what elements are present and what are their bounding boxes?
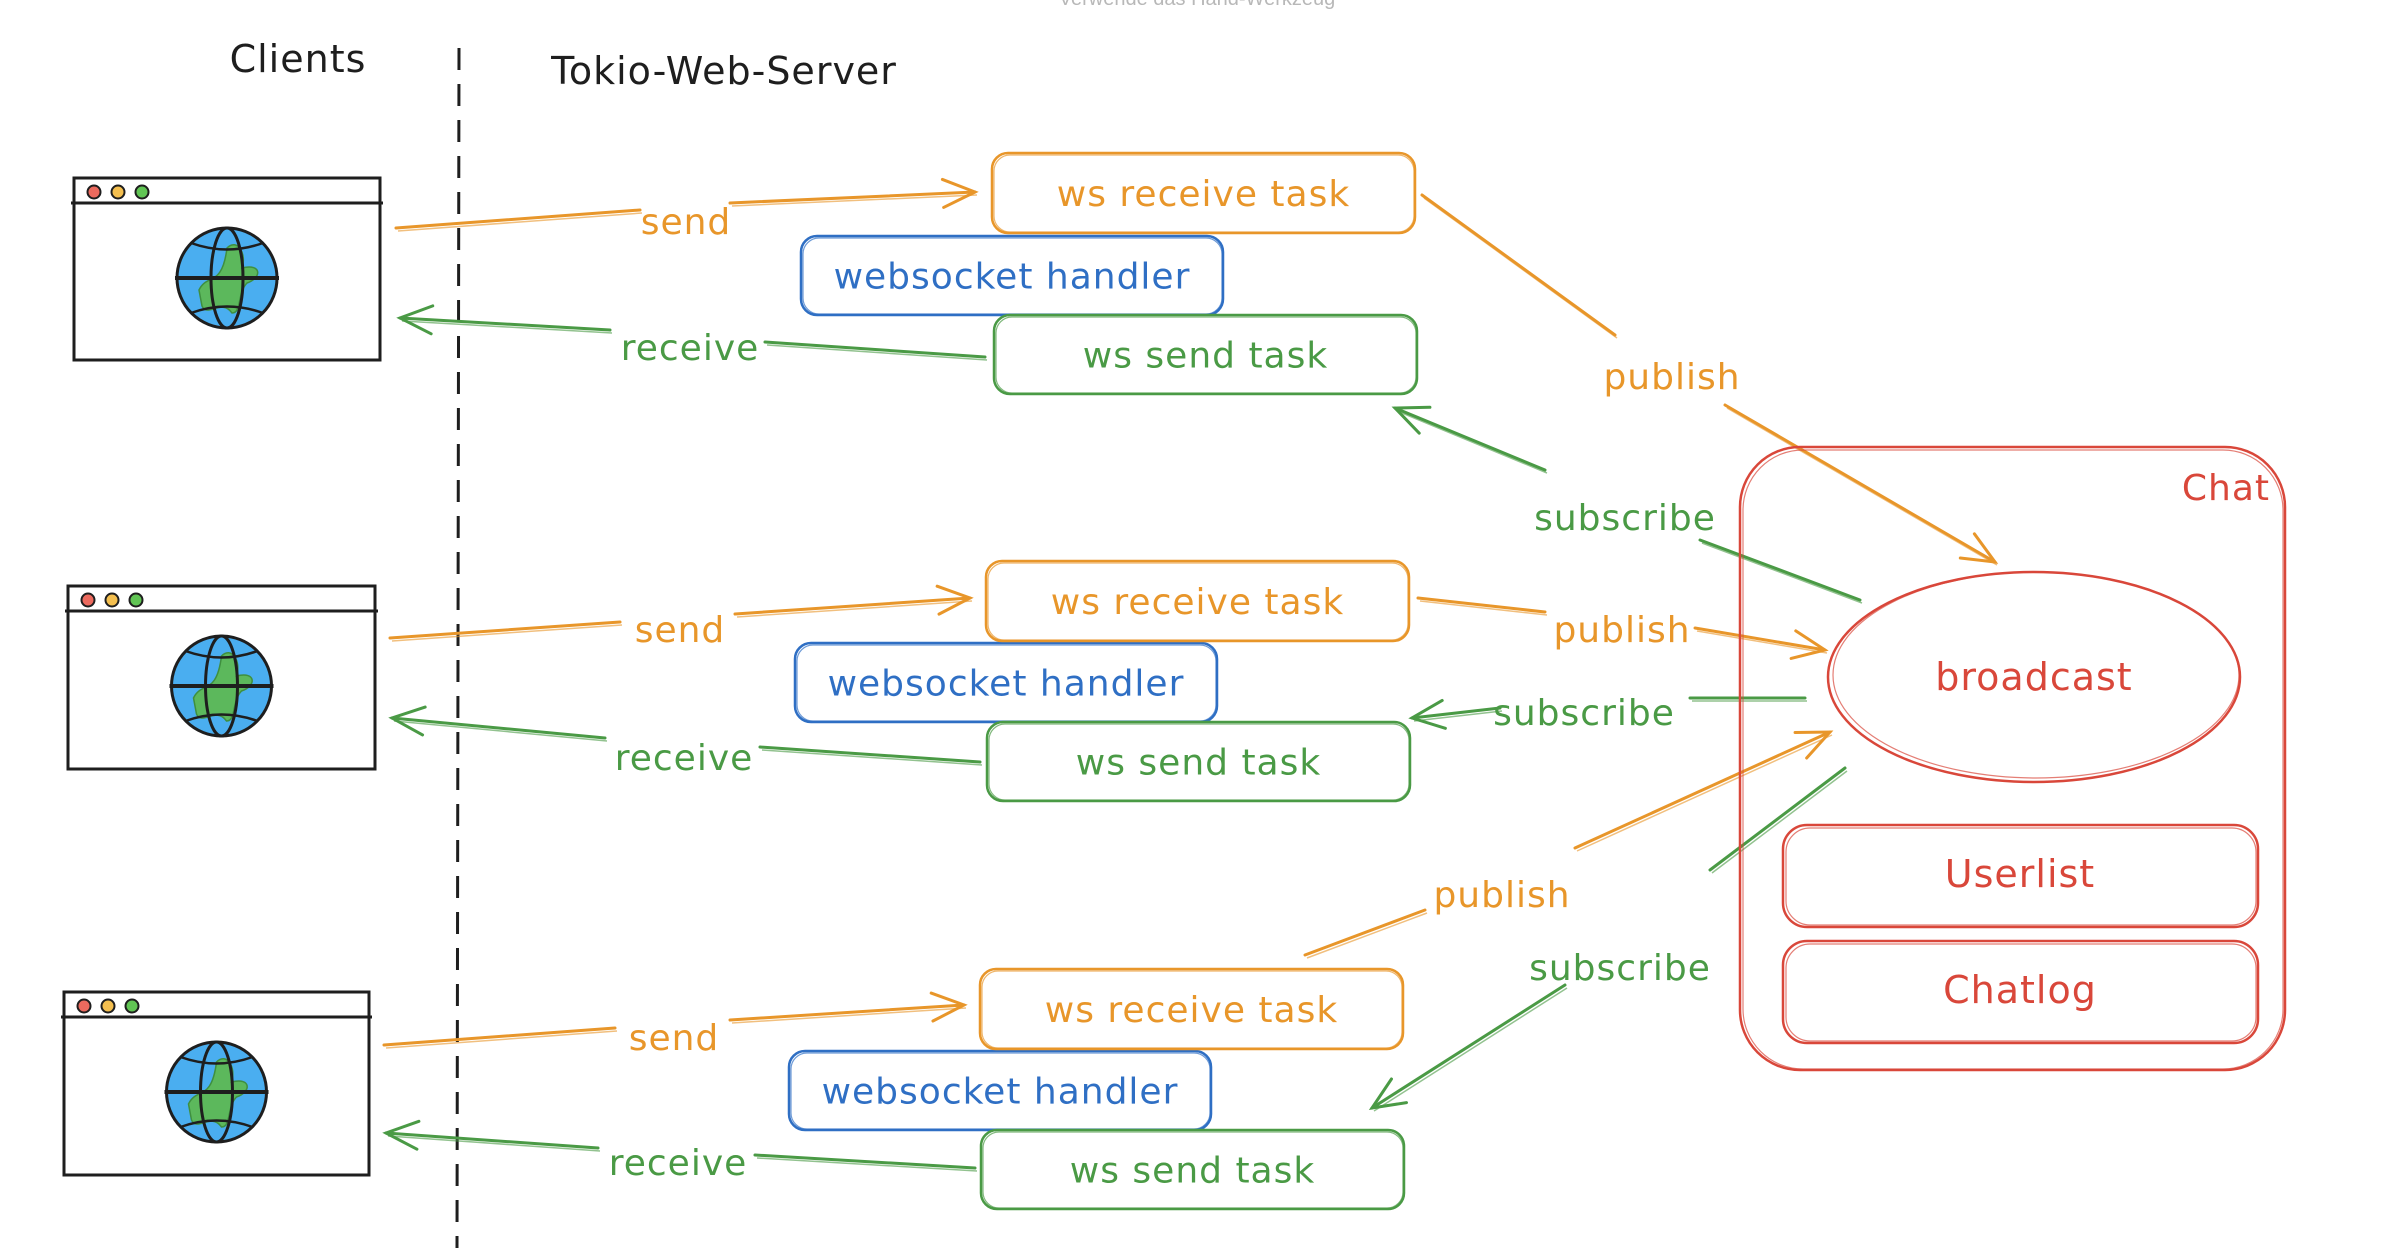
websocket-handler-box-label: websocket handler: [834, 257, 1191, 298]
minimize-dot-icon: [110, 184, 126, 200]
websocket-handler-box-label: websocket handler: [828, 664, 1185, 705]
boundary-divider: [455, 47, 461, 1248]
browser-client-2[interactable]: [65, 584, 378, 771]
browser-client-3[interactable]: [61, 990, 372, 1177]
subscribe-label: subscribe: [1529, 948, 1711, 989]
minimize-dot-icon: [104, 592, 120, 608]
maximize-dot-icon: [124, 998, 140, 1014]
publish-label: publish: [1433, 875, 1570, 916]
close-dot-icon: [76, 998, 92, 1014]
ws-receive-task-box[interactable]: ws receive task: [984, 559, 1411, 643]
connection-row-3: send receive publish subscribe websocket han…: [382, 730, 1848, 1211]
maximize-dot-icon: [134, 184, 150, 200]
receive-label: receive: [609, 1143, 748, 1184]
websocket-handler-box[interactable]: websocket handler: [793, 641, 1219, 724]
diagram-canvas[interactable]: Clients Tokio-Web-Server send receive publ…: [0, 0, 2394, 1248]
globe-icon: [164, 1040, 269, 1144]
chat-title: Chat: [2182, 468, 2270, 509]
minimize-dot-icon: [100, 998, 116, 1014]
publish-label: publish: [1603, 357, 1740, 398]
ws-send-task-box-label: ws send task: [1076, 743, 1321, 784]
server-header: Tokio-Web-Server: [550, 49, 897, 93]
connection-row-1: send receive publish subscribe websocket han…: [394, 151, 1999, 604]
broadcast-node[interactable]: broadcast: [1826, 570, 2242, 784]
ws-send-task-box-label: ws send task: [1083, 336, 1328, 377]
send-label: send: [641, 202, 732, 243]
subscribe-label: subscribe: [1534, 498, 1716, 539]
websocket-handler-box-label: websocket handler: [822, 1072, 1179, 1113]
websocket-handler-box[interactable]: websocket handler: [799, 234, 1225, 317]
websocket-handler-box[interactable]: websocket handler: [787, 1049, 1213, 1132]
ws-send-task-box[interactable]: ws send task: [979, 1128, 1406, 1211]
send-label: send: [635, 610, 726, 651]
ws-receive-task-box-label: ws receive task: [1045, 990, 1338, 1031]
send-label: send: [629, 1018, 720, 1059]
clients-header: Clients: [230, 37, 367, 81]
globe-icon: [175, 226, 279, 330]
close-dot-icon: [80, 592, 96, 608]
maximize-dot-icon: [128, 592, 144, 608]
chatlog-label: Chatlog: [1943, 968, 2097, 1012]
userlist-node[interactable]: Userlist: [1781, 823, 2260, 929]
ws-send-task-box[interactable]: ws send task: [985, 720, 1412, 803]
receive-label: receive: [621, 328, 760, 369]
ws-receive-task-box-label: ws receive task: [1051, 582, 1344, 623]
ws-send-task-box-label: ws send task: [1070, 1151, 1315, 1192]
ws-receive-task-box-label: ws receive task: [1057, 174, 1350, 215]
browser-client-1[interactable]: [71, 176, 383, 362]
chatlog-node[interactable]: Chatlog: [1781, 939, 2260, 1045]
ws-receive-task-box[interactable]: ws receive task: [990, 151, 1417, 235]
connection-row-2: send receive publish subscribe websocket han…: [388, 559, 1829, 803]
broadcast-label: broadcast: [1935, 655, 2132, 699]
userlist-label: Userlist: [1945, 852, 2095, 896]
chat-container: Chat broadcast Userlist Chatlog: [1738, 445, 2287, 1072]
close-dot-icon: [86, 184, 102, 200]
globe-icon: [169, 634, 274, 738]
subscribe-label: subscribe: [1493, 693, 1675, 734]
ws-send-task-box[interactable]: ws send task: [992, 313, 1419, 396]
publish-label: publish: [1553, 610, 1690, 651]
subscribe-arrow: [1368, 766, 1848, 1112]
ws-receive-task-box[interactable]: ws receive task: [978, 967, 1405, 1051]
receive-label: receive: [615, 738, 754, 779]
